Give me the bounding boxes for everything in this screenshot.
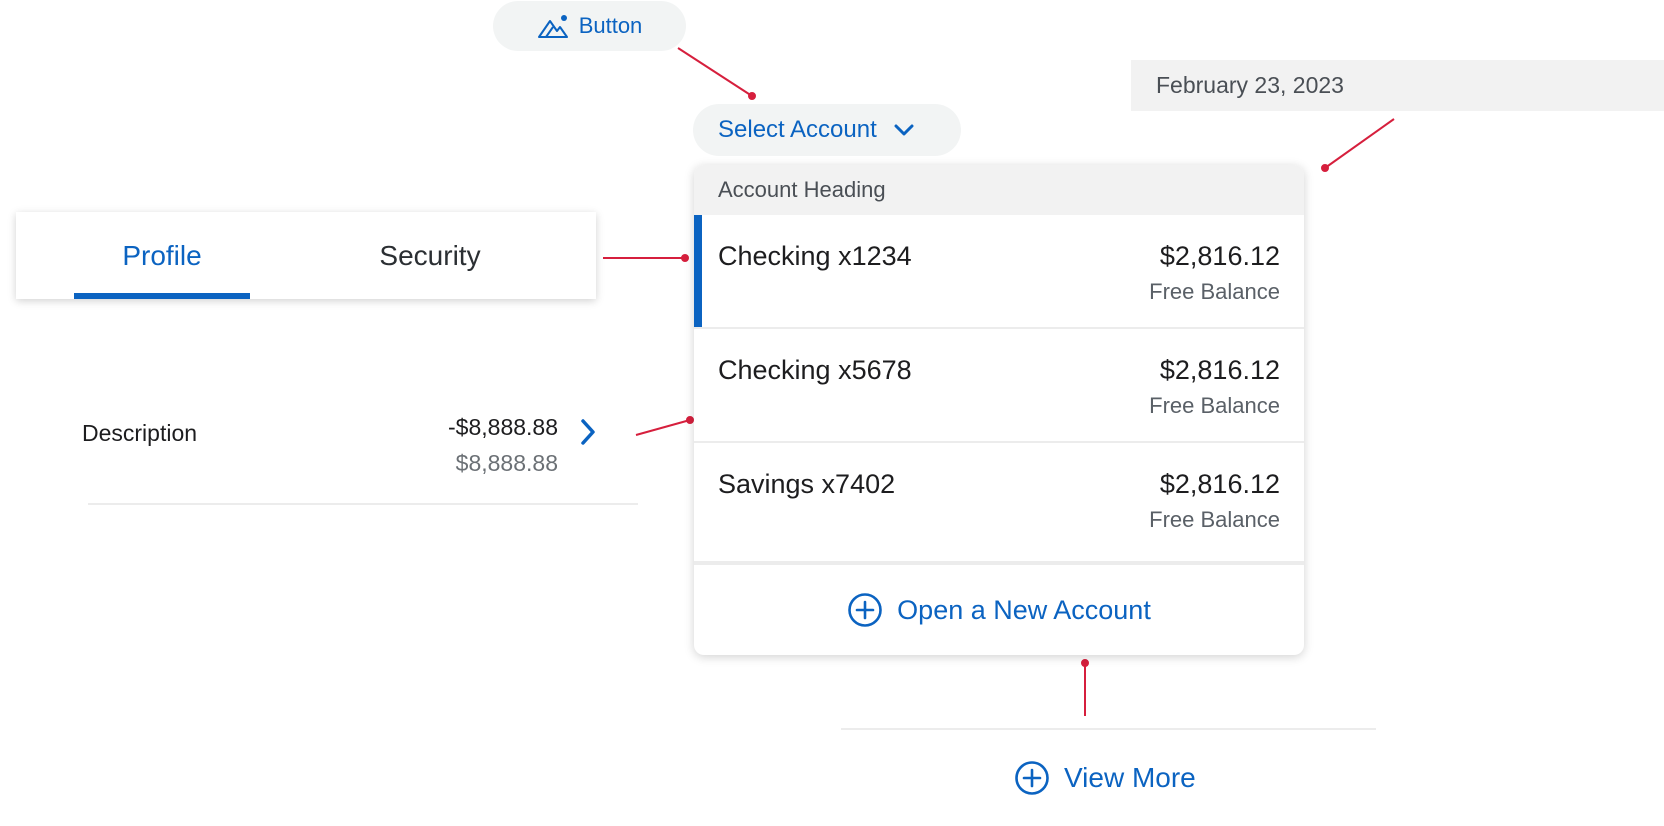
account-option[interactable]: Checking x1234 $2,816.12 Free Balance [694, 215, 1304, 329]
view-more-divider [841, 728, 1376, 730]
tab-bar: Profile Security [16, 212, 596, 299]
tab-security[interactable]: Security [332, 212, 528, 299]
active-tab-indicator [74, 293, 250, 299]
chevron-right-icon[interactable] [578, 416, 598, 448]
description-divider [88, 503, 638, 505]
open-new-account-label: Open a New Account [897, 594, 1151, 625]
account-name: Checking x1234 [718, 241, 912, 271]
account-amount: $2,816.12 [1159, 469, 1280, 499]
account-name: Checking x5678 [718, 355, 912, 385]
mountain-person-icon [537, 15, 568, 38]
ghost-button-label: Button [578, 13, 643, 38]
description-label: Description [82, 420, 198, 446]
account-option[interactable]: Savings x7402 $2,816.12 Free Balance [694, 443, 1304, 557]
description-amount: -$8,888.88 [448, 414, 558, 440]
description-sub-amount: $8,888.88 [455, 450, 558, 476]
view-more-label: View More [1064, 762, 1196, 793]
account-name: Savings x7402 [718, 469, 896, 499]
plus-circle-icon [848, 593, 882, 627]
date-bar: February 23, 2023 [1131, 60, 1664, 111]
account-balance-label: Free Balance [1149, 507, 1280, 532]
account-option[interactable]: Checking x5678 $2,816.12 Free Balance [694, 329, 1304, 443]
open-new-account-button[interactable]: Open a New Account [694, 561, 1304, 655]
plus-circle-icon [1015, 761, 1049, 795]
account-amount: $2,816.12 [1159, 355, 1280, 385]
tab-profile-label: Profile [122, 239, 202, 271]
account-balance-label: Free Balance [1149, 393, 1280, 418]
select-account-label: Select Account [718, 116, 877, 143]
tab-security-label: Security [379, 239, 481, 271]
chevron-down-icon [894, 124, 914, 136]
tab-profile[interactable]: Profile [74, 212, 250, 299]
account-amount: $2,816.12 [1159, 241, 1280, 271]
account-balance-label: Free Balance [1149, 279, 1280, 304]
dropdown-heading-text: Account Heading [718, 177, 886, 202]
dropdown-heading: Account Heading [694, 165, 1304, 215]
date-text: February 23, 2023 [1156, 72, 1344, 98]
view-more-button[interactable]: View More [1014, 756, 1196, 800]
account-dropdown: Account Heading Checking x1234 $2,816.12… [694, 165, 1304, 655]
select-account-button[interactable]: Select Account [693, 104, 961, 156]
ghost-button[interactable]: Button [493, 1, 686, 51]
